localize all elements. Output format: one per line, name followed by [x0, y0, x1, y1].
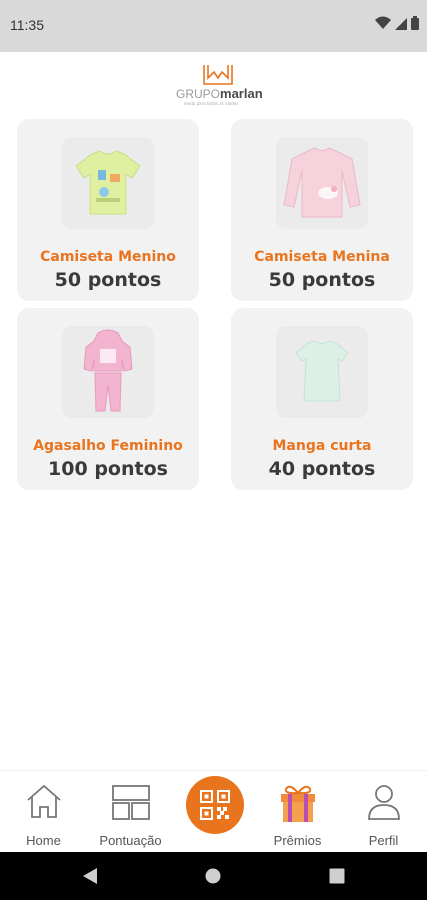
pink-tracksuit-image [83, 329, 133, 412]
status-icons [375, 16, 419, 30]
product-card[interactable]: Agasalho Feminino 100 pontos [17, 308, 199, 490]
product-points: 50 pontos [54, 269, 162, 291]
product-image [62, 326, 154, 418]
home-circle-icon[interactable] [205, 868, 221, 884]
nav-premios[interactable]: Prêmios [255, 783, 340, 848]
marlan-logo-icon [203, 65, 233, 85]
brand-name-light: GRUPO [176, 87, 221, 101]
status-bar: 11:35 [0, 0, 427, 52]
battery-icon [411, 16, 419, 30]
product-name: Manga curta [272, 438, 372, 454]
product-card[interactable]: Manga curta 40 pontos [231, 308, 413, 490]
product-image [276, 326, 368, 418]
product-image [62, 137, 154, 229]
product-points: 40 pontos [268, 458, 376, 480]
pink-longsleeve-image [283, 147, 361, 218]
home-icon [26, 784, 61, 818]
mint-tshirt-image [295, 340, 349, 402]
product-name: Camiseta Menina [254, 249, 390, 265]
nav-pontuacao[interactable]: Pontuação [88, 783, 173, 848]
nav-perfil-label: Perfil [368, 833, 399, 848]
brand-name: GRUPOmarlan [176, 86, 263, 101]
nav-perfil[interactable]: Perfil [341, 783, 426, 848]
brand-logo: GRUPOmarlan moda para todas as idades [170, 58, 265, 106]
brand-name-bold: marlan [220, 86, 263, 101]
product-card[interactable]: Camiseta Menino 50 pontos [17, 119, 199, 301]
product-name: Agasalho Feminino [33, 438, 183, 454]
nav-home-label: Home [26, 833, 61, 848]
brand-tagline: moda para todas as idades [184, 101, 239, 106]
profile-icon [367, 785, 400, 820]
product-card[interactable]: Camiseta Menina 50 pontos [231, 119, 413, 301]
gift-icon [280, 785, 315, 822]
system-navigation-bar [0, 852, 427, 900]
wifi-icon [375, 16, 391, 29]
qr-scan-button[interactable] [186, 776, 244, 834]
product-points: 100 pontos [48, 458, 168, 480]
dashboard-icon [111, 785, 150, 820]
nav-pontuacao-label: Pontuação [99, 833, 162, 848]
nav-premios-label: Prêmios [273, 833, 322, 848]
nav-home[interactable]: Home [1, 783, 86, 848]
qr-code-icon [200, 790, 230, 820]
status-time: 11:35 [10, 17, 44, 33]
product-name: Camiseta Menino [40, 249, 176, 265]
yellow-tshirt-image [75, 150, 141, 215]
product-points: 50 pontos [268, 269, 376, 291]
back-icon[interactable] [82, 867, 98, 885]
recents-icon[interactable] [329, 868, 345, 884]
signal-icon [395, 18, 407, 30]
product-image [276, 137, 368, 229]
